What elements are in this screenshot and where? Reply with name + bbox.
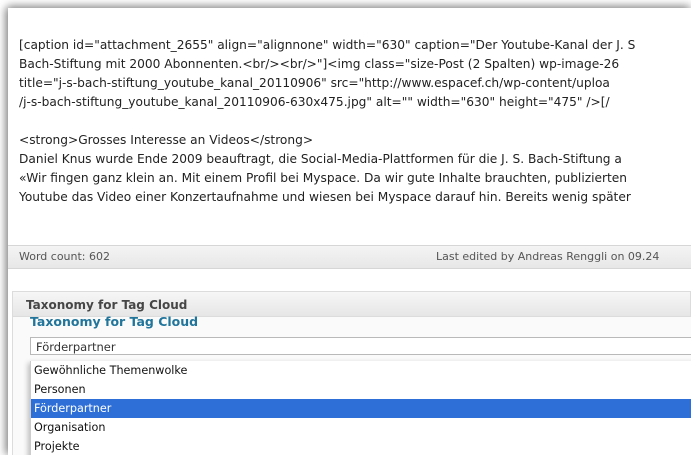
word-count: Word count: 602 — [19, 250, 111, 263]
dropdown-option[interactable]: Gewöhnliche Themenwolke — [31, 361, 691, 380]
post-content-editor[interactable]: [caption id="attachment_2655" align="ali… — [8, 8, 691, 245]
editor-line: [caption id="attachment_2655" align="ali… — [19, 38, 636, 52]
editor-line: title="j-s-bach-stiftung_youtube_kanal_2… — [19, 76, 610, 90]
editor-line: Daniel Knus wurde Ende 2009 beauftragt, … — [19, 152, 622, 166]
editor-line: Bach-Stiftung mit 2000 Abonnenten.<br/><… — [19, 57, 620, 71]
taxonomy-select[interactable]: Förderpartner — [30, 337, 691, 355]
taxonomy-panel-title: Taxonomy for Tag Cloud — [26, 298, 188, 312]
editor-line: <strong>Grosses Interesse an Videos</str… — [19, 133, 314, 147]
editor-line: Youtube das Video einer Konzertaufnahme … — [19, 190, 631, 204]
taxonomy-dropdown-list[interactable]: Gewöhnliche Themenwolke Personen Förderp… — [30, 361, 691, 455]
editor-text[interactable]: [caption id="attachment_2655" align="ali… — [19, 36, 691, 207]
dropdown-option[interactable]: Organisation — [31, 418, 691, 437]
taxonomy-select-value: Förderpartner — [36, 340, 116, 354]
dropdown-option-selected[interactable]: Förderpartner — [31, 399, 691, 418]
editor-status-bar: Word count: 602 Last edited by Andreas R… — [8, 245, 691, 269]
taxonomy-section-title[interactable]: Taxonomy for Tag Cloud — [30, 314, 198, 329]
last-edited-info: Last edited by Andreas Renggli on 09.24 — [436, 250, 660, 263]
editor-line: «Wir fingen ganz klein an. Mit einem Pro… — [19, 171, 627, 185]
dropdown-option[interactable]: Personen — [31, 380, 691, 399]
editor-line: /j-s-bach-stiftung_youtube_kanal_2011090… — [19, 95, 610, 109]
dropdown-option[interactable]: Projekte — [31, 437, 691, 455]
screenshot-frame: [caption id="attachment_2655" align="ali… — [8, 8, 691, 455]
editor-blank-line — [19, 112, 691, 131]
